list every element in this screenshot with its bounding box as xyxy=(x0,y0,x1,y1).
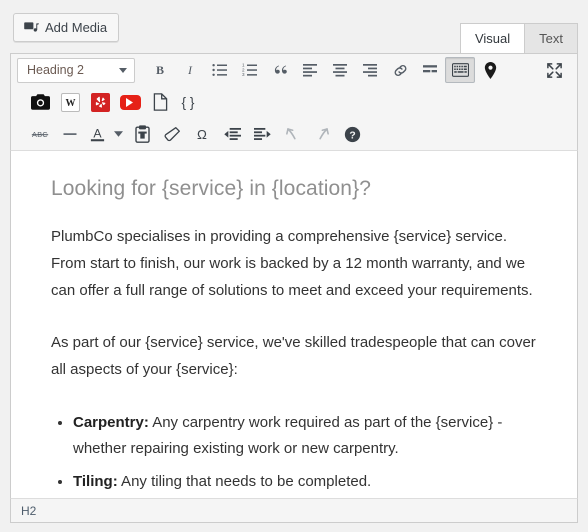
keyboard-toolbar-icon xyxy=(451,63,469,77)
document-paragraph-1: PlumbCo specialises in providing a compr… xyxy=(51,228,533,299)
ordered-list-icon: 1 2 3 xyxy=(242,62,258,78)
text-color-icon: A xyxy=(89,125,106,143)
list-item-term: Carpentry: xyxy=(73,413,149,431)
numbered-list-button[interactable]: 1 2 3 xyxy=(235,57,265,83)
align-center-icon xyxy=(332,62,348,78)
add-media-button[interactable]: Add Media xyxy=(13,13,120,42)
svg-text:A: A xyxy=(93,126,102,140)
wikipedia-w-icon: W xyxy=(60,92,80,112)
fullscreen-button[interactable] xyxy=(539,57,569,83)
editor-status-bar: H2 xyxy=(10,498,578,523)
document-heading: Looking for {service} in {location}? xyxy=(51,177,371,200)
toolbar-toggle-button[interactable] xyxy=(445,57,475,83)
fullscreen-expand-icon xyxy=(546,62,563,79)
link-icon xyxy=(392,62,409,79)
undo-button[interactable] xyxy=(277,121,307,147)
special-character-button[interactable]: Ω xyxy=(187,121,217,147)
yelp-icon xyxy=(90,92,110,112)
format-select[interactable]: Heading 2 xyxy=(17,57,135,83)
list-item: Carpentry: Any carpentry work required a… xyxy=(73,410,543,463)
camera-icon xyxy=(30,94,50,110)
omega-icon: Ω xyxy=(194,126,210,143)
text-color-group: A xyxy=(85,121,127,147)
editor-top-bar: Add Media Visual Text xyxy=(0,0,588,54)
read-more-icon xyxy=(422,62,438,78)
bold-icon: B xyxy=(152,62,168,78)
align-left-icon xyxy=(302,62,318,78)
youtube-button[interactable] xyxy=(115,89,145,115)
editor-toolbar: Heading 2 B I 1 2 3 W {} ABC A Ω ? xyxy=(10,53,578,151)
svg-text:B: B xyxy=(156,63,164,77)
page-button[interactable] xyxy=(145,89,175,115)
svg-text:I: I xyxy=(187,63,193,77)
chevron-down-icon xyxy=(119,67,127,73)
list-item-text: Any tiling that needs to be completed. xyxy=(117,473,372,491)
text-color-caret[interactable] xyxy=(109,121,127,147)
list-item: Tiling: Any tiling that needs to be comp… xyxy=(73,469,543,496)
align-right-button[interactable] xyxy=(355,57,385,83)
svg-text:Ω: Ω xyxy=(197,127,207,142)
document-paragraph-2: As part of our {service} service, we've … xyxy=(51,334,536,379)
quote-icon xyxy=(272,62,289,78)
svg-text:W: W xyxy=(65,97,75,108)
tab-visual[interactable]: Visual xyxy=(459,23,526,54)
redo-arrow-icon xyxy=(314,126,331,142)
undo-arrow-icon xyxy=(284,126,301,142)
location-pin-button[interactable] xyxy=(475,57,505,83)
italic-icon: I xyxy=(182,62,198,78)
insert-link-button[interactable] xyxy=(385,57,415,83)
toolbar-row-kitchen-sink: ABC A Ω ? xyxy=(11,118,577,150)
document-page-icon xyxy=(153,93,168,111)
bold-button[interactable]: B xyxy=(145,57,175,83)
bulleted-list-button[interactable] xyxy=(205,57,235,83)
clear-formatting-button[interactable] xyxy=(157,121,187,147)
element-path: H2 xyxy=(21,503,37,518)
align-center-button[interactable] xyxy=(325,57,355,83)
svg-text:?: ? xyxy=(349,130,355,141)
italic-button[interactable]: I xyxy=(175,57,205,83)
editor-document[interactable]: Looking for {service} in {location}? Plu… xyxy=(11,151,577,506)
wikipedia-button[interactable]: W xyxy=(55,89,85,115)
horizontal-rule-icon xyxy=(62,126,78,142)
media-image-music-icon xyxy=(23,20,39,36)
decrease-indent-button[interactable] xyxy=(217,121,247,147)
increase-indent-button[interactable] xyxy=(247,121,277,147)
svg-text:3: 3 xyxy=(242,72,245,77)
help-question-icon: ? xyxy=(344,126,361,143)
indent-icon xyxy=(253,127,271,142)
add-media-label: Add Media xyxy=(45,20,108,35)
editor-content-area[interactable]: Looking for {service} in {location}? Plu… xyxy=(10,151,578,507)
eraser-icon xyxy=(164,126,181,143)
wordpress-classic-editor: Add Media Visual Text Heading 2 B I 1 2 … xyxy=(0,0,588,532)
format-select-value: Heading 2 xyxy=(27,63,84,77)
youtube-icon xyxy=(119,94,141,110)
editor-mode-tabs: Visual Text xyxy=(459,22,578,54)
paste-as-text-button[interactable] xyxy=(127,121,157,147)
horizontal-rule-button[interactable] xyxy=(55,121,85,147)
map-pin-icon xyxy=(483,61,498,79)
redo-button[interactable] xyxy=(307,121,337,147)
unordered-list-icon xyxy=(212,62,228,78)
align-left-button[interactable] xyxy=(295,57,325,83)
clipboard-icon xyxy=(134,125,150,143)
outdent-icon xyxy=(223,127,241,142)
blockquote-button[interactable] xyxy=(265,57,295,83)
toolbar-row-embeds: W {} xyxy=(11,86,577,118)
tab-text[interactable]: Text xyxy=(524,23,578,54)
toolbar-row-formatting: Heading 2 B I 1 2 3 xyxy=(11,54,577,86)
strikethrough-button[interactable]: ABC xyxy=(25,121,55,147)
chevron-down-icon xyxy=(113,131,123,137)
shortcode-button[interactable]: { } xyxy=(175,89,201,115)
list-item-term: Tiling: xyxy=(73,473,118,491)
keyboard-shortcuts-button[interactable]: ? xyxy=(337,121,367,147)
document-service-list: Carpentry: Any carpentry work required a… xyxy=(51,410,543,506)
strikethrough-icon: ABC xyxy=(30,127,50,141)
svg-text:{ }: { } xyxy=(182,95,195,110)
align-right-icon xyxy=(362,62,378,78)
read-more-button[interactable] xyxy=(415,57,445,83)
yelp-button[interactable] xyxy=(85,89,115,115)
curly-braces-icon: { } xyxy=(178,94,198,111)
camera-button[interactable] xyxy=(25,89,55,115)
text-color-button[interactable]: A xyxy=(85,121,109,147)
